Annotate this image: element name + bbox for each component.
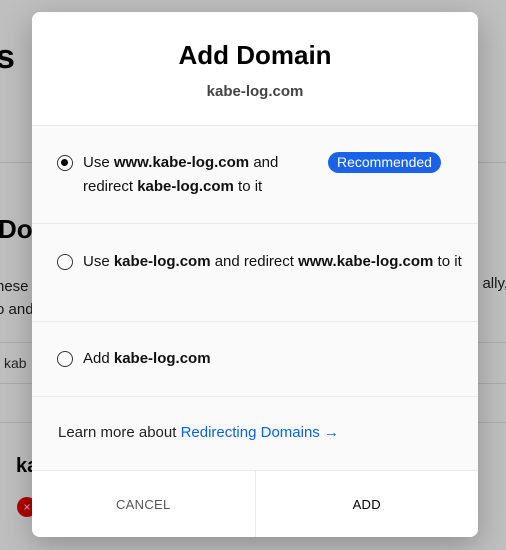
radio-option-apex-redirect[interactable]: [57, 254, 73, 270]
recommended-badge: Recommended: [328, 152, 441, 173]
add-button[interactable]: ADD: [256, 471, 479, 537]
modal-subtitle: kabe-log.com: [206, 83, 304, 100]
add-domain-modal: Add Domain kabe-log.com Use www.kabe-log…: [32, 12, 478, 537]
cancel-button[interactable]: CANCEL: [32, 471, 256, 537]
option-www-redirect[interactable]: Use www.kabe-log.com and redirect kabe-l…: [32, 126, 478, 224]
learn-more-text: Learn more about Redirecting Domains →: [58, 424, 339, 441]
redirecting-domains-link[interactable]: Redirecting Domains →: [181, 424, 339, 441]
option-add-only[interactable]: Add kabe-log.com: [32, 322, 478, 397]
modal-header: Add Domain kabe-log.com: [32, 12, 478, 126]
modal-title: Add Domain: [178, 40, 332, 70]
option-label: Use www.kabe-log.com and redirect kabe-l…: [83, 154, 279, 195]
option-apex-redirect[interactable]: Use kabe-log.com and redirect www.kabe-l…: [32, 224, 478, 322]
modal-footer: CANCEL ADD: [32, 470, 478, 537]
radio-option-www-redirect[interactable]: [57, 155, 73, 171]
radio-option-add-only[interactable]: [57, 351, 73, 367]
learn-more-prefix: Learn more about: [58, 424, 181, 441]
option-label: Use kabe-log.com and redirect www.kabe-l…: [83, 253, 462, 270]
option-label: Add kabe-log.com: [83, 350, 211, 367]
